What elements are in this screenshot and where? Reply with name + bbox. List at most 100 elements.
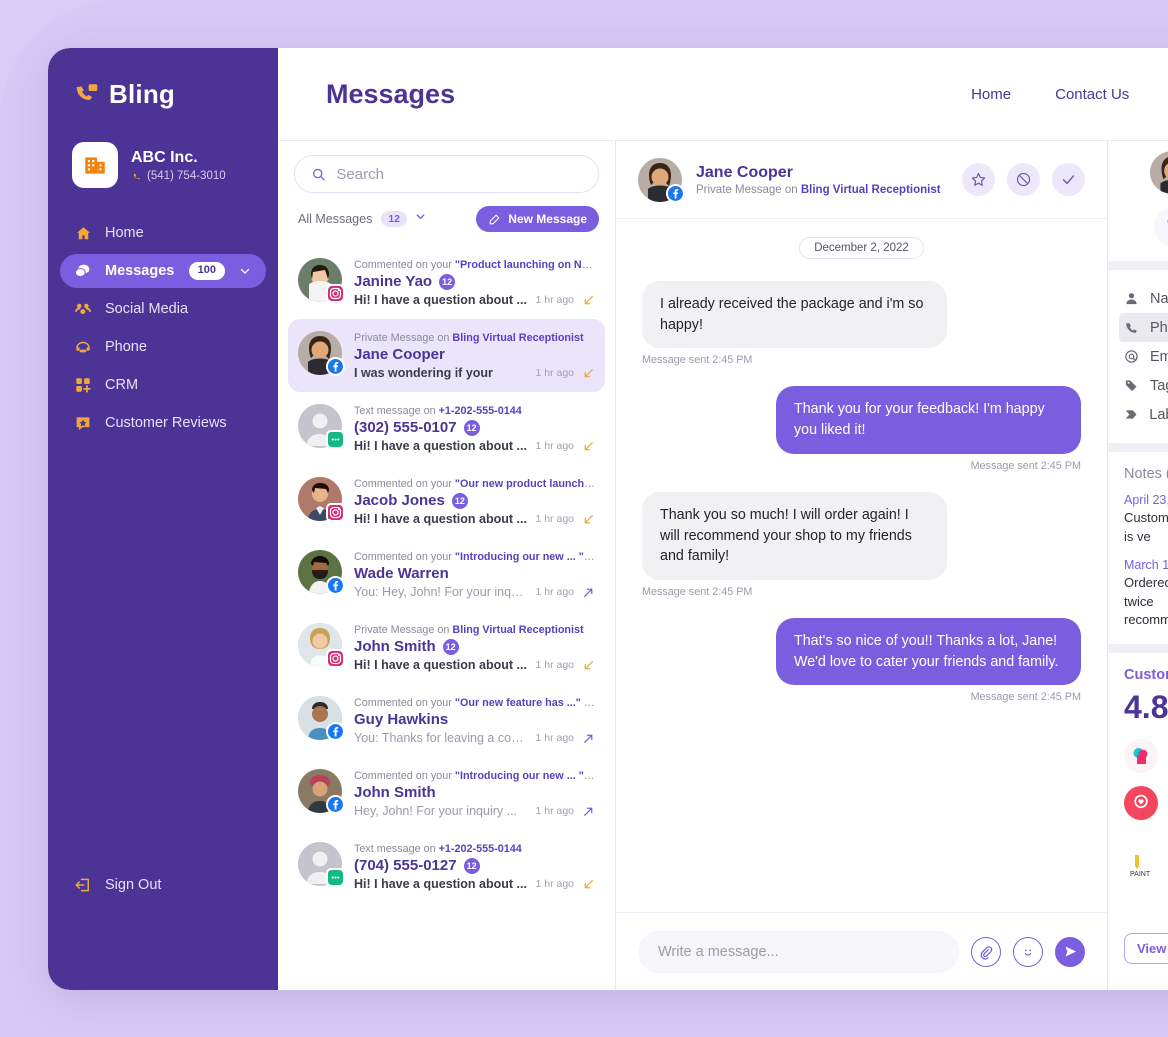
nav-link-home[interactable]: Home	[971, 86, 1011, 103]
contact-fields-card: Name Phone Email Tags	[1108, 270, 1168, 443]
list-item[interactable]: Commented on your "Introducing our new .…	[288, 757, 605, 830]
message-bubble-outgoing: Thank you for your feedback! I'm happy y…	[776, 386, 1081, 454]
new-message-label: New Message	[508, 212, 587, 226]
field-label: Tags	[1150, 377, 1168, 394]
sidebar-item-messages[interactable]: Messages 100	[60, 254, 266, 288]
list-item[interactable]: Private Message on Bling Virtual Recepti…	[288, 319, 605, 393]
new-message-button[interactable]: New Message	[476, 206, 599, 232]
list-item-preview: Hey, John! For your inquiry ...	[354, 804, 518, 819]
account-card[interactable]: ABC Inc. (541) 754-3010	[48, 114, 278, 188]
field-row-tags[interactable]: Tags	[1124, 371, 1168, 400]
contact-avatar	[1150, 151, 1168, 194]
list-item-count-badge: 12	[463, 857, 480, 874]
search-box[interactable]	[294, 155, 599, 193]
account-logo-tile	[72, 142, 118, 188]
list-item[interactable]: Text message on +1-202-555-0144 (704) 55…	[288, 830, 605, 903]
app-window: Bling ABC Inc. (541) 754-3010 Home Messa…	[48, 48, 1168, 990]
sidebar-item-home[interactable]: Home	[60, 216, 266, 250]
message-group: Thank you so much! I will order again! I…	[642, 491, 1081, 598]
avatar	[298, 696, 345, 742]
field-row-labels[interactable]: Labels	[1124, 400, 1168, 429]
list-item-name: (302) 555-0107	[354, 419, 457, 437]
message-list[interactable]: Commented on your "Product launching on …	[278, 242, 615, 990]
sidebar-item-customer-reviews[interactable]: Customer Reviews	[60, 406, 266, 440]
phone-icon	[133, 173, 141, 179]
list-item[interactable]: Commented on your "Introducing our new .…	[288, 538, 605, 611]
outgoing-arrow-icon	[582, 805, 595, 818]
context-prefix: Commented on your	[354, 478, 455, 491]
list-item-context: Commented on your "Introducing our new .…	[354, 769, 595, 783]
outgoing-arrow-icon	[582, 586, 595, 599]
list-item-count-badge: 12	[463, 419, 480, 436]
sidebar-item-crm[interactable]: CRM	[60, 368, 266, 402]
list-item-context: Text message on +1-202-555-0144	[354, 842, 595, 856]
field-label: Labels	[1149, 406, 1168, 423]
nav-link-contact-us[interactable]: Contact Us	[1055, 86, 1129, 103]
sidebar-item-social-media[interactable]: Social Media	[60, 292, 266, 326]
sign-out-button[interactable]: Sign Out	[48, 876, 278, 894]
field-row-email[interactable]: Email	[1124, 342, 1168, 371]
avatar	[298, 258, 345, 303]
sidebar-item-phone[interactable]: Phone	[60, 330, 266, 364]
list-item-time: 1 hr ago	[535, 586, 574, 599]
context-highlight: "Introducing our new ... "	[454, 770, 584, 783]
list-item-context: Private Message on Bling Virtual Recepti…	[354, 331, 595, 345]
field-row-name[interactable]: Name	[1124, 284, 1168, 313]
account-phone: (541) 754-3010	[131, 170, 226, 182]
messages-badge: 100	[188, 262, 225, 280]
notes-title: Notes (2)	[1124, 466, 1168, 482]
note-text: Customer is ve	[1124, 510, 1168, 544]
phone-chat-icon	[76, 84, 98, 100]
main-area: Messages Home Contact Us Lo	[278, 48, 1168, 990]
account-name: ABC Inc.	[131, 148, 198, 166]
list-item[interactable]: Text message on +1-202-555-0144 (302) 55…	[288, 392, 605, 465]
list-item-preview: Hi! I have a question about ...	[354, 877, 527, 892]
compose-icon	[489, 214, 500, 224]
paperclip-icon[interactable]	[971, 936, 1001, 967]
sidebar-item-label: Home	[105, 225, 144, 241]
list-item-preview: Hi! I have a question about ...	[354, 293, 527, 308]
field-label: Phone	[1150, 319, 1168, 336]
sign-out-icon	[74, 876, 92, 894]
avatar	[298, 404, 345, 450]
account-phone-number: (541) 754-3010	[147, 170, 226, 183]
message-composer	[616, 912, 1107, 990]
customer-reviews-card: Customer Re 4.8/5 OBM D Gave h	[1108, 653, 1168, 990]
block-icon[interactable]	[1007, 163, 1040, 196]
context-highlight: +1-202-555-0144	[438, 843, 522, 856]
instagram-icon	[326, 503, 345, 523]
smiley-icon[interactable]	[1013, 936, 1043, 967]
view-reviews-button[interactable]: View	[1124, 932, 1168, 964]
list-item-preview: You: Hey, John! For your inquiry ...	[354, 585, 528, 600]
list-item-context: Commented on your "Our new product launc…	[354, 477, 595, 491]
check-icon[interactable]	[1052, 163, 1085, 196]
message-input[interactable]	[638, 930, 959, 973]
page-title: Messages	[326, 78, 456, 109]
list-item[interactable]: Private Message on Bling Virtual Recepti…	[288, 611, 605, 684]
at-icon	[1125, 350, 1138, 363]
search-input[interactable]	[336, 165, 582, 183]
panes: All Messages 12 New Message	[278, 140, 1168, 990]
list-item[interactable]: Commented on your "Our new feature has .…	[288, 684, 605, 757]
send-icon[interactable]	[1055, 936, 1085, 967]
field-row-phone[interactable]: Phone	[1119, 313, 1168, 342]
obm-logo	[1124, 739, 1158, 774]
review-item: Lovecl Payme deliver	[1124, 786, 1168, 836]
message-meta: Message sent 2:45 PM	[970, 459, 1081, 472]
conversation-body[interactable]: December 2, 2022 I already received the …	[616, 219, 1107, 912]
context-prefix: Commented on your	[354, 697, 455, 710]
list-item-name: (704) 555-0127	[354, 857, 457, 875]
chevron-down-icon[interactable]	[414, 210, 427, 228]
chevron-down-icon[interactable]	[238, 264, 252, 278]
phone-ring-icon[interactable]	[1154, 205, 1168, 247]
facebook-icon	[326, 795, 345, 815]
list-item[interactable]: Commented on your "Our new product launc…	[288, 465, 605, 538]
conversation-contact-name: Jane Cooper	[696, 163, 793, 181]
message-meta: Message sent 2:45 PM	[970, 691, 1081, 704]
star-icon[interactable]	[962, 163, 995, 196]
message-bubble-incoming: Thank you so much! I will order again! I…	[642, 491, 947, 581]
list-item[interactable]: Commented on your "Product launching on …	[288, 246, 605, 319]
chat-bubbles-icon	[74, 262, 92, 280]
list-item-name: Wade Warren	[354, 565, 449, 583]
field-label: Email	[1150, 348, 1168, 365]
